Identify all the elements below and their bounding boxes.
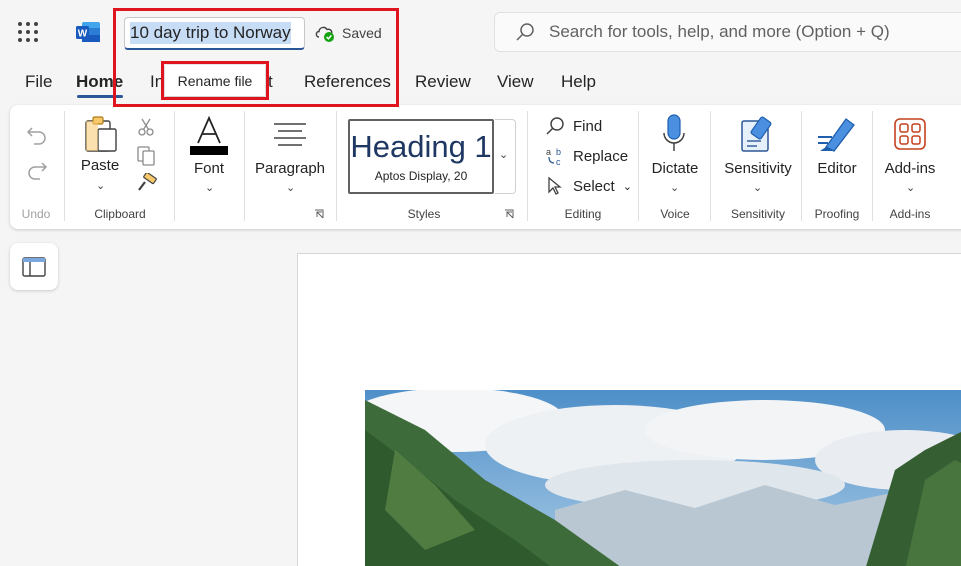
divider <box>801 111 802 221</box>
divider <box>64 111 65 221</box>
tab-help[interactable]: Help <box>561 72 596 92</box>
group-label-add-ins: Add-ins <box>889 207 931 221</box>
sensitivity-label: Sensitivity <box>724 160 792 177</box>
app-launcher-icon[interactable] <box>18 22 38 42</box>
svg-text:W: W <box>78 29 88 40</box>
paste-chevron-icon[interactable]: ⌄ <box>96 179 105 192</box>
editor-label: Editor <box>817 160 857 177</box>
copy-icon[interactable] <box>136 145 156 167</box>
svg-text:c: c <box>556 157 561 166</box>
search-icon <box>516 23 534 41</box>
add-ins-label: Add-ins <box>884 160 936 177</box>
paragraph-icon[interactable] <box>272 121 308 149</box>
navigation-pane-icon <box>22 256 46 277</box>
add-ins-grid-icon[interactable] <box>893 117 927 151</box>
find-label: Find <box>573 117 603 135</box>
divider <box>638 111 639 221</box>
sensitivity-label-icon[interactable] <box>739 115 777 153</box>
highlight-box-tooltip <box>161 61 269 100</box>
group-label-styles: Styles <box>407 207 441 221</box>
format-painter-icon[interactable] <box>136 173 158 193</box>
sensitivity-chevron-icon[interactable]: ⌄ <box>753 181 762 194</box>
divider <box>710 111 711 221</box>
font-chevron-icon[interactable]: ⌄ <box>205 181 214 194</box>
group-label-proofing: Proofing <box>814 207 860 221</box>
divider <box>872 111 873 221</box>
search-icon <box>546 117 564 135</box>
font-label: Font <box>193 160 224 177</box>
group-label-editing: Editing <box>564 207 602 221</box>
paragraph-dialog-launcher-icon[interactable] <box>314 209 324 219</box>
tab-view[interactable]: View <box>497 72 534 92</box>
group-label-clipboard: Clipboard <box>94 207 146 221</box>
microphone-icon[interactable] <box>662 113 686 155</box>
paragraph-label: Paragraph <box>254 160 326 177</box>
replace-button[interactable]: a b c Replace <box>545 146 628 166</box>
divider <box>527 111 528 221</box>
tab-review[interactable]: Review <box>415 72 471 92</box>
group-label-undo: Undo <box>21 207 51 221</box>
word-logo-icon: W <box>76 22 100 42</box>
dictate-chevron-icon[interactable]: ⌄ <box>670 181 679 194</box>
svg-text:a: a <box>546 147 551 157</box>
paste-label: Paste <box>80 157 120 174</box>
cursor-arrow-icon <box>548 176 562 195</box>
editor-pen-icon[interactable] <box>816 115 858 155</box>
navigation-pane-button[interactable] <box>10 243 58 290</box>
svg-text:b: b <box>556 147 561 157</box>
replace-label: Replace <box>573 147 629 165</box>
style-heading-1[interactable]: Heading 1 Aptos Display, 20 <box>348 119 494 194</box>
styles-dialog-launcher-icon[interactable] <box>504 209 514 219</box>
search-placeholder: Search for tools, help, and more (Option… <box>549 22 890 41</box>
cut-icon[interactable] <box>137 117 155 137</box>
group-label-sensitivity: Sensitivity <box>730 207 786 221</box>
tab-file[interactable]: File <box>25 72 52 92</box>
select-chevron-icon: ⌄ <box>622 180 632 193</box>
undo-icon[interactable] <box>26 125 48 145</box>
find-button[interactable]: Find <box>545 116 602 136</box>
add-ins-chevron-icon[interactable]: ⌄ <box>906 181 915 194</box>
divider <box>336 111 337 221</box>
ribbon-home: Undo Paste ⌄ Clipboard Font ⌄ Paragraph <box>10 105 961 229</box>
style-heading-1-font: Aptos Display, 20 <box>374 169 468 183</box>
replace-icon: a b c <box>546 147 561 166</box>
select-label: Select <box>573 177 615 195</box>
paste-icon[interactable] <box>83 115 119 155</box>
style-heading-1-label: Heading 1 <box>350 129 492 164</box>
divider <box>174 111 175 221</box>
chevron-down-icon: ⌄ <box>499 149 509 161</box>
divider <box>244 111 245 221</box>
select-button[interactable]: Select ⌄ <box>545 176 632 196</box>
search-input[interactable]: Search for tools, help, and more (Option… <box>494 12 961 52</box>
redo-icon[interactable] <box>26 160 48 180</box>
styles-gallery-expand-button[interactable]: ⌄ <box>495 119 516 194</box>
fjord-landscape-photo[interactable] <box>365 390 961 566</box>
paragraph-chevron-icon[interactable]: ⌄ <box>286 181 295 194</box>
group-label-voice: Voice <box>660 207 690 221</box>
dictate-label: Dictate <box>651 160 699 177</box>
font-color-icon[interactable] <box>188 115 230 157</box>
